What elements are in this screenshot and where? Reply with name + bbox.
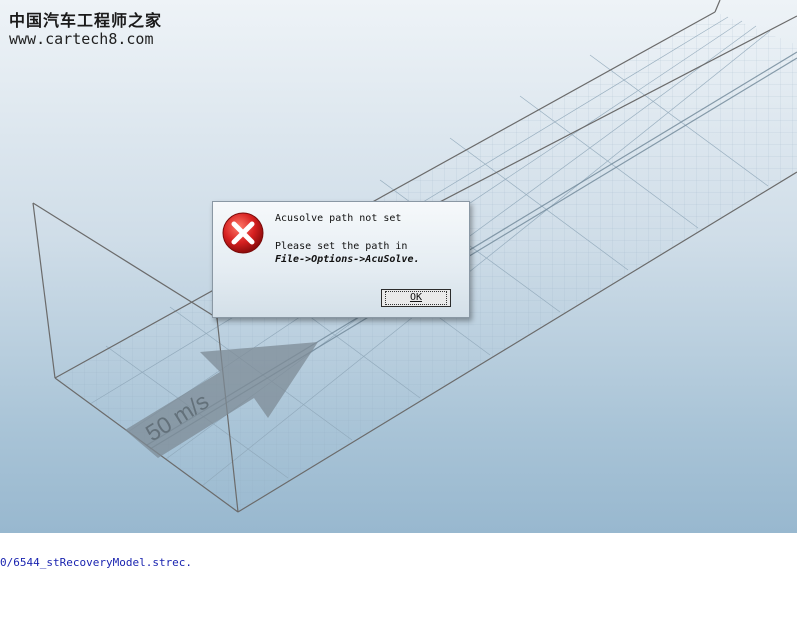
3d-viewport[interactable]: 50 m/s 中国汽车工程师之家 www.cartech8.com Acusol…	[0, 0, 797, 533]
error-icon	[222, 212, 264, 254]
dialog-message-line2: File->Options->AcuSolve.	[275, 254, 420, 265]
error-dialog: Acusolve path not set Please set the pat…	[212, 201, 470, 318]
console-panel[interactable]: 0/6544_stRecoveryModel.strec.	[0, 533, 797, 623]
watermark-url: www.cartech8.com	[9, 30, 154, 48]
ok-button[interactable]: OK	[381, 289, 451, 307]
dialog-message-line1: Please set the path in	[275, 241, 408, 252]
dialog-title: Acusolve path not set	[275, 213, 402, 224]
ok-button-label: OK	[384, 291, 448, 305]
watermark-site-name: 中国汽车工程师之家	[9, 11, 163, 30]
console-output-line: 0/6544_stRecoveryModel.strec.	[0, 556, 193, 569]
